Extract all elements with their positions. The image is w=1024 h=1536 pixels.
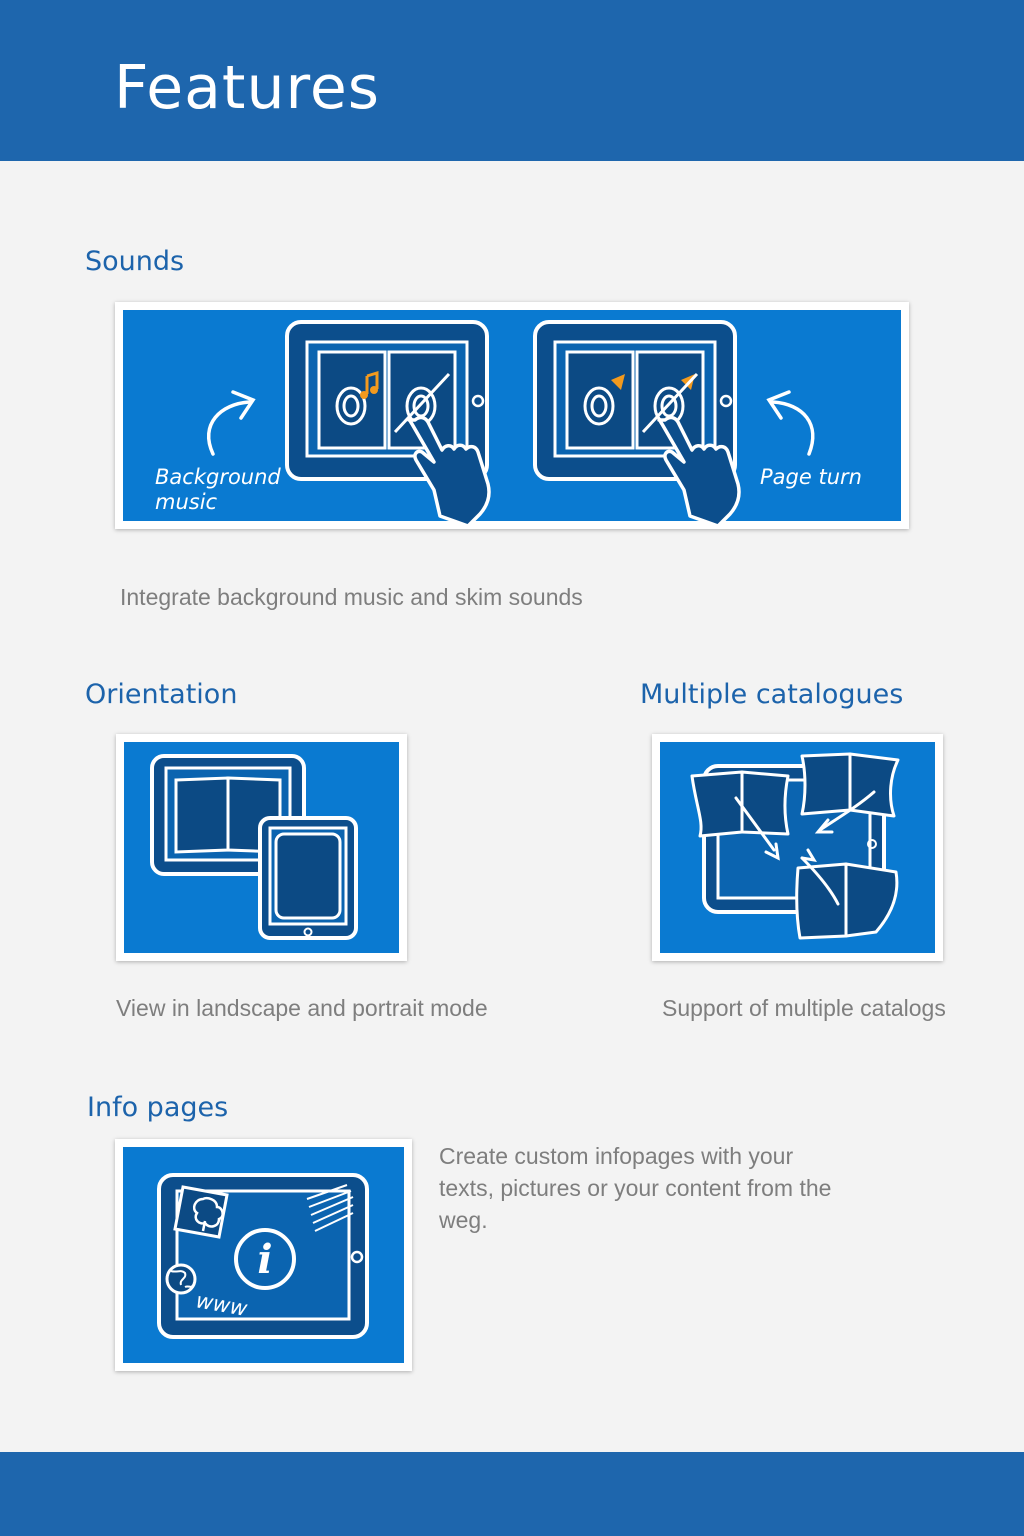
orientation-caption: View in landscape and portrait mode	[116, 995, 488, 1021]
catalogues-caption: Support of multiple catalogs	[662, 995, 946, 1021]
label-music: music	[155, 490, 218, 514]
sounds-caption: Integrate background music and skim soun…	[120, 584, 583, 610]
header-bar: Features	[0, 0, 1024, 161]
section-title-sounds: Sounds	[85, 246, 185, 277]
tree-picture-icon	[173, 1185, 229, 1239]
label-background-music: Background	[155, 465, 281, 489]
info-caption-line-1: Create custom infopages with your	[439, 1143, 794, 1169]
info-caption-line-3: weg.	[439, 1207, 488, 1233]
info-pages-illustration: i www	[115, 1139, 412, 1371]
section-title-orientation: Orientation	[85, 679, 238, 710]
section-title-catalogues: Multiple catalogues	[640, 679, 904, 710]
globe-icon	[165, 1263, 197, 1295]
orientation-illustration	[116, 734, 407, 961]
sounds-illustration: Background music Page turn	[115, 302, 909, 529]
catalogues-illustration	[652, 734, 943, 961]
page-title: Features	[114, 53, 380, 123]
tablet-icon	[258, 816, 358, 940]
info-caption-line-2: texts, pictures or your content from the	[439, 1175, 832, 1201]
label-page-turn: Page turn	[760, 465, 862, 489]
info-letter: i	[257, 1236, 272, 1283]
section-title-info-pages: Info pages	[87, 1092, 229, 1123]
footer-bar	[0, 1452, 1024, 1536]
